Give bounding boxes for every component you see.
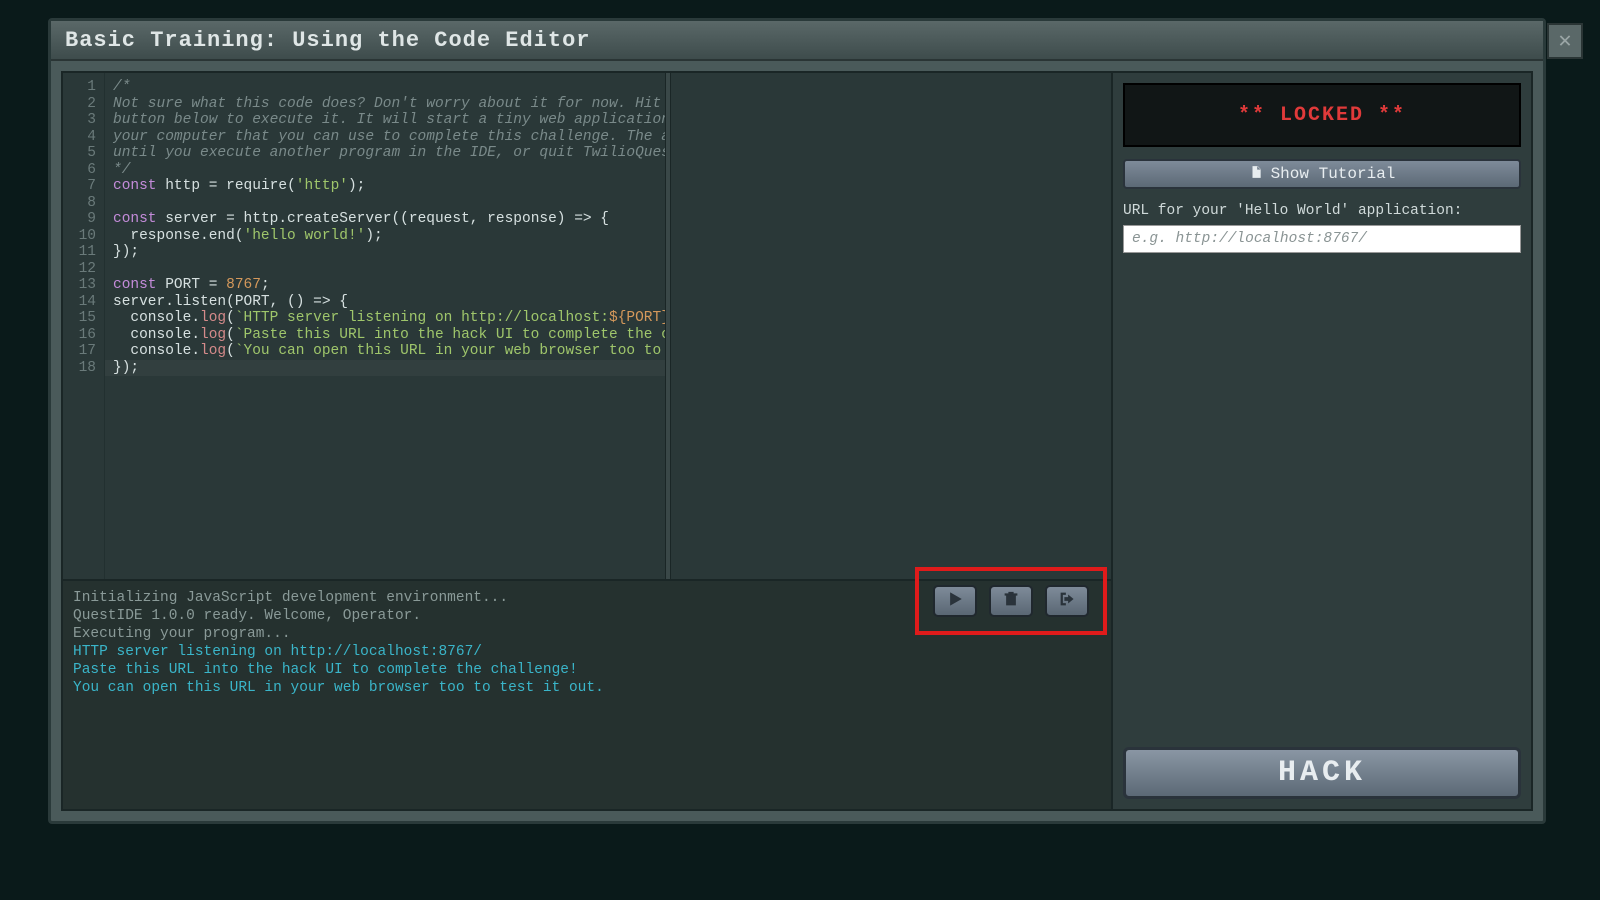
line-gutter: 123456789101112131415161718 <box>63 73 105 579</box>
code-line: console.log(`Paste this URL into the hac… <box>113 327 665 344</box>
line-number: 3 <box>73 112 96 129</box>
close-button[interactable]: ✕ <box>1547 23 1583 59</box>
close-icon: ✕ <box>1558 28 1571 54</box>
editor-secondary-pane <box>671 73 1111 579</box>
play-button[interactable] <box>933 585 977 617</box>
line-number: 1 <box>73 79 96 96</box>
line-number: 4 <box>73 129 96 146</box>
code-line: const PORT = 8767; <box>113 277 665 294</box>
console-line: HTTP server listening on http://localhos… <box>73 643 1101 661</box>
code-line <box>113 261 665 278</box>
code-editor[interactable]: 123456789101112131415161718 /*Not sure w… <box>63 73 665 579</box>
left-pane: 123456789101112131415161718 /*Not sure w… <box>63 73 1113 809</box>
locked-banner: ** LOCKED ** <box>1123 83 1521 147</box>
code-line: console.log(`You can open this URL in yo… <box>113 343 665 360</box>
line-number: 2 <box>73 96 96 113</box>
trash-icon <box>1002 590 1020 613</box>
line-number: 10 <box>73 228 96 245</box>
challenge-panel: ** LOCKED ** Show Tutorial URL for your … <box>1113 73 1531 809</box>
line-number: 6 <box>73 162 96 179</box>
line-number: 9 <box>73 211 96 228</box>
window-title: Basic Training: Using the Code Editor <box>65 28 590 53</box>
code-line <box>113 195 665 212</box>
locked-label: ** LOCKED ** <box>1238 104 1406 127</box>
url-input[interactable] <box>1123 225 1521 253</box>
hack-button[interactable]: HACK <box>1123 747 1521 799</box>
line-number: 18 <box>73 360 96 377</box>
code-line: /* <box>113 79 665 96</box>
line-number: 12 <box>73 261 96 278</box>
line-number: 15 <box>73 310 96 327</box>
line-number: 17 <box>73 343 96 360</box>
code-line: Not sure what this code does? Don't worr… <box>113 96 665 113</box>
window-body: 123456789101112131415161718 /*Not sure w… <box>61 71 1533 811</box>
code-line: }); <box>113 360 665 377</box>
console-pane: Initializing JavaScript development envi… <box>63 579 1111 809</box>
tutorial-label: Show Tutorial <box>1271 165 1396 183</box>
line-number: 16 <box>73 327 96 344</box>
play-icon <box>946 590 964 613</box>
titlebar: Basic Training: Using the Code Editor ✕ <box>51 21 1543 61</box>
editor-toolbar-highlight <box>915 567 1107 635</box>
line-number: 5 <box>73 145 96 162</box>
line-number: 11 <box>73 244 96 261</box>
line-number: 7 <box>73 178 96 195</box>
code-line: your computer that you can use to comple… <box>113 129 665 146</box>
trash-button[interactable] <box>989 585 1033 617</box>
line-number: 13 <box>73 277 96 294</box>
hack-label: HACK <box>1278 756 1366 790</box>
code-area[interactable]: /*Not sure what this code does? Don't wo… <box>105 73 665 579</box>
code-line: response.end('hello world!'); <box>113 228 665 245</box>
code-line: console.log(`HTTP server listening on ht… <box>113 310 665 327</box>
code-line: }); <box>113 244 665 261</box>
console-line: You can open this URL in your web browse… <box>73 679 1101 697</box>
console-line: Paste this URL into the hack UI to compl… <box>73 661 1101 679</box>
editor-row: 123456789101112131415161718 /*Not sure w… <box>63 73 1111 579</box>
code-line: until you execute another program in the… <box>113 145 665 162</box>
url-field-label: URL for your 'Hello World' application: <box>1123 203 1521 219</box>
code-line: const server = http.createServer((reques… <box>113 211 665 228</box>
code-line: const http = require('http'); <box>113 178 665 195</box>
exit-button[interactable] <box>1045 585 1089 617</box>
show-tutorial-button[interactable]: Show Tutorial <box>1123 159 1521 189</box>
ide-window: Basic Training: Using the Code Editor ✕ … <box>48 18 1546 824</box>
code-line: button below to execute it. It will star… <box>113 112 665 129</box>
line-number: 14 <box>73 294 96 311</box>
document-icon <box>1249 165 1263 184</box>
exit-icon <box>1058 590 1076 613</box>
line-number: 8 <box>73 195 96 212</box>
code-line: server.listen(PORT, () => { <box>113 294 665 311</box>
code-line: */ <box>113 162 665 179</box>
